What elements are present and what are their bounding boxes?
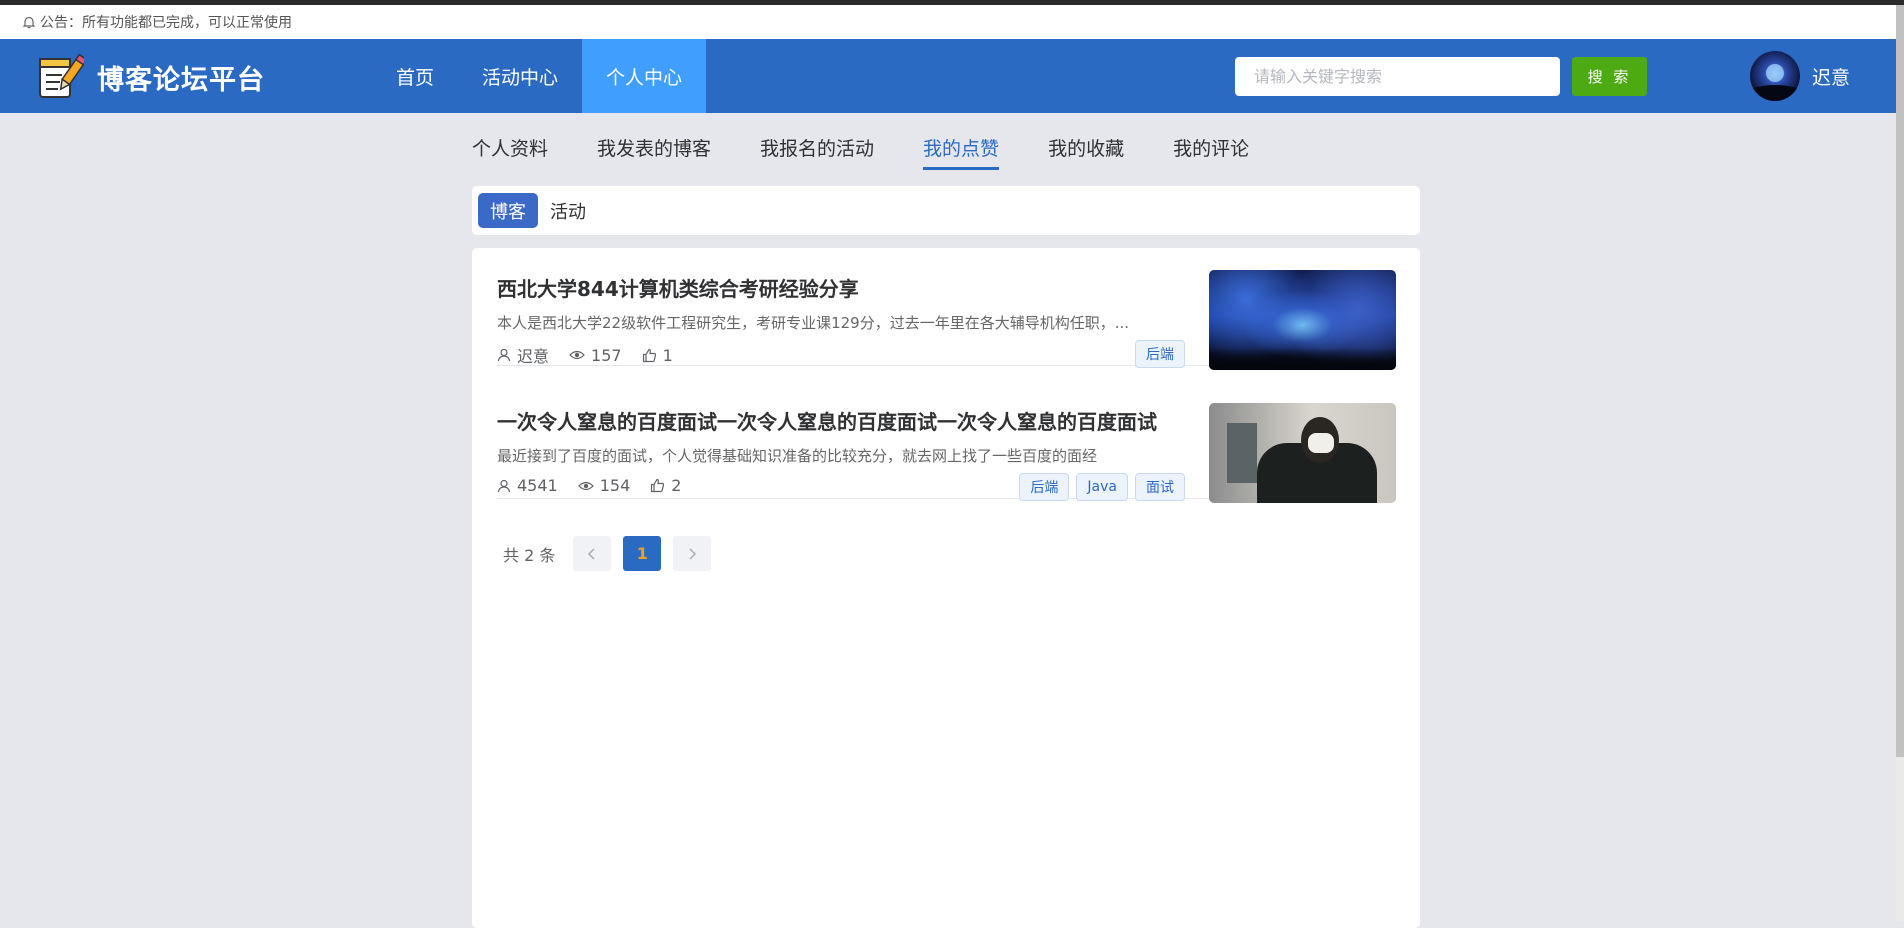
eye-icon (577, 481, 594, 490)
post-tags: 后端 Java 面试 (1012, 473, 1185, 501)
scrollbar-thumb[interactable] (1896, 5, 1904, 757)
view-count: 157 (591, 345, 622, 365)
page-scrollbar[interactable] (1896, 5, 1904, 921)
user-icon (497, 348, 511, 362)
username-label[interactable]: 迟意 (1812, 63, 1850, 90)
type-filter-bar: 博客 活动 (472, 186, 1420, 235)
likes-meta: 2 (650, 476, 681, 495)
tab-my-comments[interactable]: 我的评论 (1173, 113, 1249, 173)
list-item[interactable]: 西北大学844计算机类综合考研经验分享 本人是西北大学22级软件工程研究生，考研… (497, 270, 1396, 370)
search-button[interactable]: 搜 索 (1572, 57, 1647, 96)
next-page-button[interactable] (673, 536, 712, 571)
post-title[interactable]: 一次令人窒息的百度面试一次令人窒息的百度面试一次令人窒息的百度面试 (497, 406, 1157, 435)
tag[interactable]: 面试 (1135, 473, 1185, 501)
post-tags: 后端 (1128, 340, 1185, 368)
bell-icon (22, 15, 36, 29)
total-count: 共 2 条 (503, 545, 556, 565)
filter-activity-chip[interactable]: 活动 (538, 193, 598, 228)
view-count: 154 (599, 476, 631, 495)
liked-posts-card: 西北大学844计算机类综合考研经验分享 本人是西北大学22级软件工程研究生，考研… (472, 248, 1420, 928)
user-icon (497, 479, 511, 492)
announcement-bar: 公告：所有功能都已完成，可以正常使用 (0, 5, 1896, 39)
tab-my-favorites[interactable]: 我的收藏 (1048, 113, 1124, 173)
notepad-pencil-logo-icon[interactable] (36, 51, 88, 101)
views-meta: 157 (569, 346, 622, 365)
tab-my-likes[interactable]: 我的点赞 (923, 113, 1000, 173)
post-summary: 最近接到了百度的面试，个人觉得基础知识准备的比较充分，就去网上找了一些百度的面经 (497, 447, 1098, 465)
author-name: 4541 (517, 476, 558, 495)
tag[interactable]: Java (1076, 473, 1128, 501)
tab-my-blogs[interactable]: 我发表的博客 (597, 113, 711, 173)
tab-profile[interactable]: 个人资料 (472, 113, 548, 173)
site-brand-title[interactable]: 博客论坛平台 (97, 58, 265, 97)
prev-page-button[interactable] (573, 536, 612, 571)
post-summary: 本人是西北大学22级软件工程研究生，考研专业课129分，过去一年里在各大辅导机构… (497, 314, 1130, 332)
search-input[interactable] (1235, 57, 1560, 96)
author-name: 迟意 (517, 347, 550, 366)
chevron-left-icon (588, 547, 595, 560)
author-meta: 迟意 (497, 343, 549, 367)
views-meta: 154 (577, 476, 631, 495)
like-count: 2 (671, 476, 682, 495)
post-title[interactable]: 西北大学844计算机类综合考研经验分享 (497, 273, 859, 302)
post-cover-image[interactable] (1209, 270, 1396, 370)
main-nav: 首页 活动中心 个人中心 (372, 39, 707, 113)
announcement-text: 公告：所有功能都已完成，可以正常使用 (40, 15, 292, 31)
like-count: 1 (662, 345, 673, 365)
top-header: 博客论坛平台 首页 活动中心 个人中心 搜 索 迟意 (0, 39, 1896, 113)
eye-icon (569, 350, 585, 360)
likes-meta: 1 (642, 346, 673, 365)
post-meta: 4541 154 2 (497, 476, 701, 495)
thumbs-up-icon (651, 478, 665, 493)
filter-blog-chip[interactable]: 博客 (478, 193, 538, 228)
list-item[interactable]: 一次令人窒息的百度面试一次令人窒息的百度面试一次令人窒息的百度面试 最近接到了百… (497, 403, 1396, 503)
author-meta: 4541 (497, 476, 558, 495)
tag[interactable]: 后端 (1135, 340, 1185, 368)
page-number-button[interactable]: 1 (623, 536, 662, 571)
chevron-right-icon (689, 547, 697, 560)
nav-activity-center[interactable]: 活动中心 (458, 39, 582, 113)
pagination: 共 2 条 1 (503, 536, 723, 571)
post-cover-image[interactable] (1209, 403, 1396, 503)
post-meta: 迟意 157 1 (497, 343, 693, 367)
nav-home[interactable]: 首页 (372, 39, 458, 113)
tag[interactable]: 后端 (1019, 473, 1070, 501)
tab-my-activities[interactable]: 我报名的活动 (760, 113, 874, 173)
nav-personal-center[interactable]: 个人中心 (582, 39, 707, 113)
profile-subnav: 个人资料 我发表的博客 我报名的活动 我的点赞 我的收藏 我的评论 (472, 113, 1298, 173)
user-avatar[interactable] (1750, 51, 1800, 101)
thumbs-up-icon (642, 348, 656, 362)
